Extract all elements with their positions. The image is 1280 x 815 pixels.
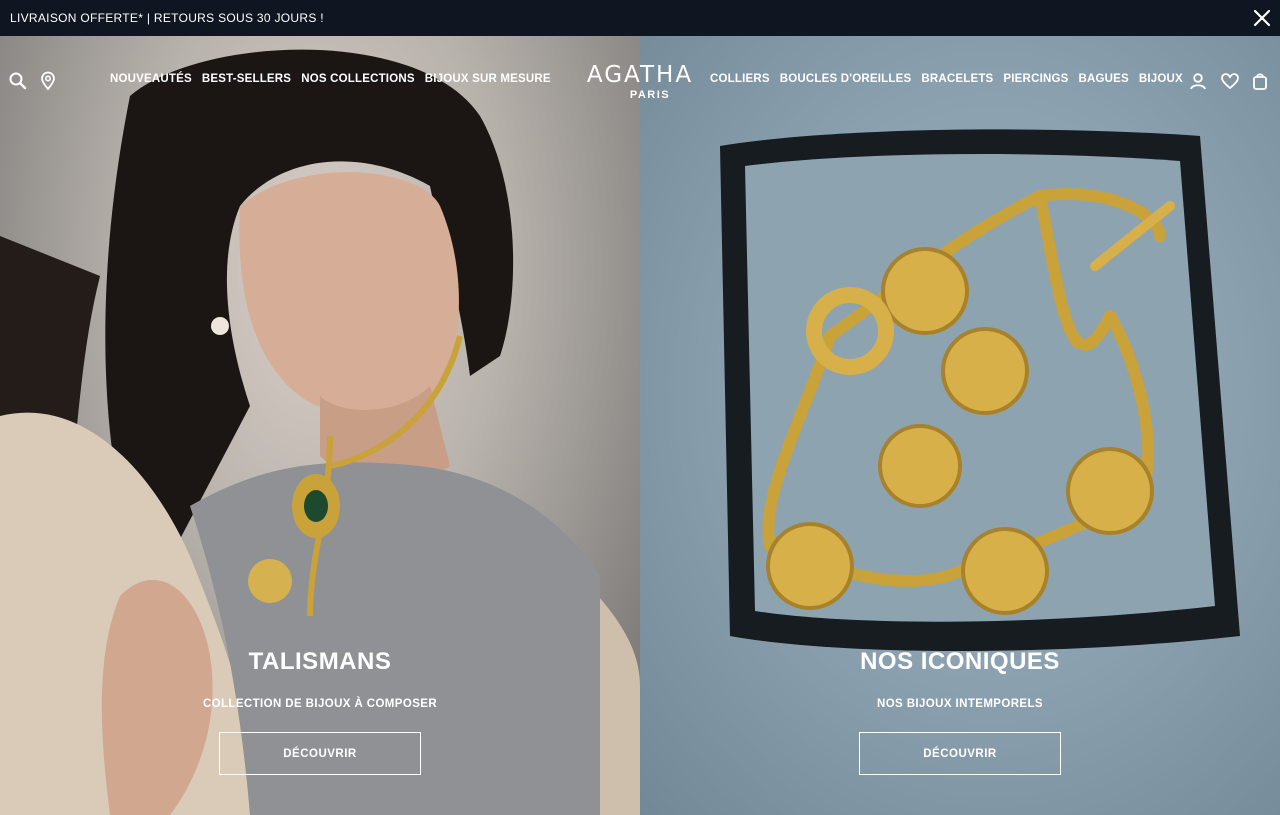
announcement-bar: LIVRAISON OFFERTE* | RETOURS SOUS 30 JOU… (0, 0, 1280, 36)
nav-item-piercings[interactable]: PIERCINGS (1003, 73, 1068, 85)
nav-item-bagues[interactable]: BAGUES (1078, 73, 1128, 85)
brand-name: AGATHA (586, 62, 694, 88)
close-icon[interactable] (1252, 8, 1272, 28)
hero-panel-iconiques[interactable]: NOS ICONIQUES NOS BIJOUX INTEMPORELS DÉC… (640, 36, 1280, 815)
nav-right-menu: COLLIERS BOUCLES D'OREILLES BRACELETS PI… (710, 73, 1200, 85)
brand-logo[interactable]: AGATHA PARIS (585, 62, 695, 101)
account-icon[interactable] (1188, 71, 1208, 91)
discover-button-iconiques[interactable]: DÉCOUVRIR (859, 732, 1061, 775)
panel-title: TALISMANS (248, 648, 392, 675)
main-nav: NOUVEAUTÉS BEST-SELLERS NOS COLLECTIONS … (0, 36, 1280, 126)
nav-item-bracelets[interactable]: BRACELETS (921, 73, 993, 85)
nav-item-boucles-doreilles[interactable]: BOUCLES D'OREILLES (780, 73, 912, 85)
nav-item-bijoux-sur-mesure[interactable]: BIJOUX SUR MESURE (425, 73, 551, 85)
panel-title: NOS ICONIQUES (860, 648, 1060, 675)
discover-button-talismans[interactable]: DÉCOUVRIR (219, 732, 421, 775)
announcement-text: LIVRAISON OFFERTE* | RETOURS SOUS 30 JOU… (10, 11, 324, 25)
nav-item-nouveautes[interactable]: NOUVEAUTÉS (110, 73, 192, 85)
wishlist-icon[interactable] (1220, 71, 1240, 91)
bag-icon[interactable] (1250, 71, 1270, 91)
panel-subtitle: NOS BIJOUX INTEMPORELS (877, 698, 1043, 710)
nav-item-nos-collections[interactable]: NOS COLLECTIONS (301, 73, 415, 85)
nav-item-bijoux[interactable]: BIJOUX (1139, 73, 1183, 85)
search-icon[interactable] (8, 71, 28, 91)
nav-item-best-sellers[interactable]: BEST-SELLERS (202, 73, 291, 85)
nav-left-menu: NOUVEAUTÉS BEST-SELLERS NOS COLLECTIONS … (110, 73, 551, 85)
store-locator-icon[interactable] (38, 71, 58, 91)
panel-subtitle: COLLECTION DE BIJOUX À COMPOSER (202, 698, 438, 710)
hero: TALISMANS COLLECTION DE BIJOUX À COMPOSE… (0, 36, 1280, 815)
nav-item-colliers[interactable]: COLLIERS (710, 73, 770, 85)
hero-panel-talismans[interactable]: TALISMANS COLLECTION DE BIJOUX À COMPOSE… (0, 36, 640, 815)
brand-sub: PARIS (629, 89, 671, 101)
